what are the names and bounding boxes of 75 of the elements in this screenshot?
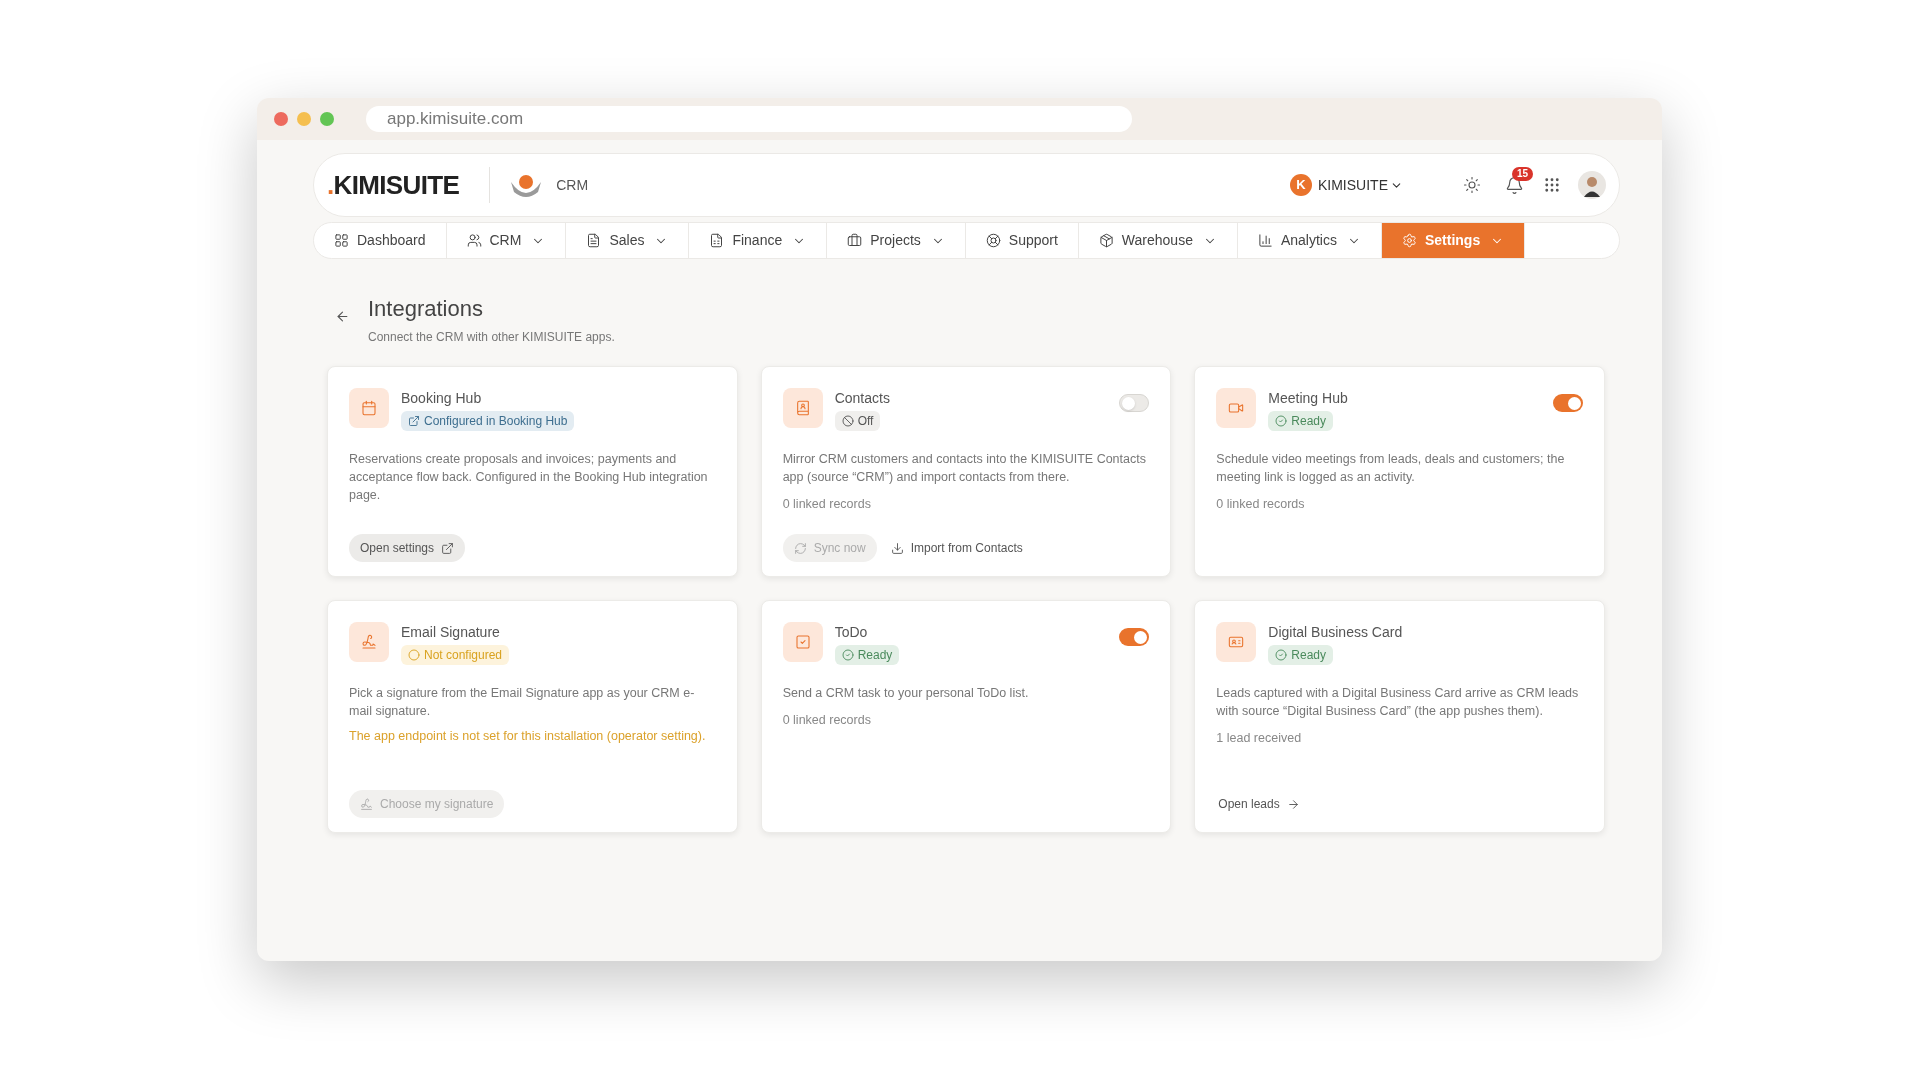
record-count: 1 lead received: [1216, 730, 1303, 747]
integration-description: Reservations create proposals and invoices; payments and acceptance flow back. Configured in the Booking Hub integration page.: [349, 451, 709, 504]
download-icon: [890, 541, 904, 555]
address-bar[interactable]: app.kimisuite.com: [366, 106, 1132, 132]
signature-icon: [361, 634, 377, 650]
status-badge: Ready: [1268, 645, 1333, 665]
sun-icon[interactable]: [1463, 176, 1481, 194]
record-count: 0 linked records: [1216, 496, 1306, 513]
check-circle-icon: [1275, 415, 1288, 427]
page-subtitle: Connect the CRM with other KIMISUITE apps.: [368, 329, 615, 346]
calendar-icon: [361, 400, 377, 416]
nav-tab[interactable]: Sales: [566, 223, 690, 258]
settings-icon: [1401, 233, 1417, 248]
status-badge: Ready: [834, 645, 900, 665]
page-title: Integrations: [368, 295, 484, 323]
notifications-icon[interactable]: [1505, 175, 1524, 195]
workspace-switcher[interactable]: K KIMISUITE: [1290, 174, 1403, 196]
integration-description: Schedule video meetings from leads, deals and customers; the meeting link is logged as an activity.: [1216, 451, 1566, 486]
integration-title: Meeting Hub: [1268, 389, 1349, 408]
check-circle-icon: [841, 649, 854, 661]
signature-icon: [360, 797, 373, 811]
refresh-icon: [793, 541, 807, 555]
integration-description: Pick a signature from the Email Signature app as your CRM e-mail signature.: [349, 685, 696, 720]
integration-description: Send a CRM task to your personal ToDo list.: [782, 685, 1030, 702]
ban-icon: [841, 415, 854, 427]
integration-title: Digital Business Card: [1268, 623, 1404, 642]
app-name: CRM: [556, 175, 589, 195]
notification-badge: 15: [1512, 166, 1534, 181]
video-camera-icon: [1228, 400, 1245, 416]
logo[interactable]: .KIMISUITE: [327, 165, 460, 205]
action-link[interactable]: Open leads: [1216, 790, 1302, 818]
workspace-avatar: K: [1290, 174, 1312, 196]
lifebuoy-icon: [985, 233, 1001, 248]
id-card-icon: [1228, 634, 1245, 650]
contact-book-icon: [794, 400, 811, 416]
toggle-switch[interactable]: [1119, 628, 1150, 646]
circle-icon: [408, 649, 420, 661]
bar-chart-icon: [1257, 233, 1273, 248]
status-badge: Not configured: [401, 645, 510, 665]
status-badge: Ready: [1268, 411, 1333, 431]
apps-grid-icon[interactable]: [1543, 176, 1561, 194]
external-link-icon: [441, 541, 455, 555]
nav-tab[interactable]: Support: [965, 223, 1079, 258]
integration-description: Leads captured with a Digital Business Card arrive as CRM leads with source “Digital Business Card” (the app pushes them).: [1216, 685, 1580, 720]
briefcase-icon: [847, 233, 863, 248]
nav-tab[interactable]: Finance: [689, 223, 828, 258]
document-icon: [586, 233, 602, 248]
record-count: 0 linked records: [782, 712, 872, 729]
toggle-switch[interactable]: [1553, 394, 1583, 412]
action-button[interactable]: Open settings: [349, 534, 466, 562]
nav-tab[interactable]: Projects: [827, 223, 966, 258]
toggle-switch[interactable]: [1119, 394, 1150, 412]
integration-title: Booking Hub: [401, 389, 483, 408]
integration-title: Email Signature: [401, 623, 501, 642]
people-icon: [466, 233, 482, 248]
grid-icon: [334, 233, 349, 248]
nav-tab[interactable]: Dashboard: [314, 223, 447, 258]
status-badge: Off: [834, 411, 881, 431]
external-link-icon: [408, 415, 420, 427]
nav-tab[interactable]: Analytics: [1237, 223, 1382, 258]
integration-title: ToDo: [834, 623, 869, 642]
integration-title: Contacts: [834, 389, 891, 408]
arrow-right-icon: [1286, 797, 1300, 811]
warning-message: The app endpoint is not set for this installation (operator setting).: [349, 728, 707, 744]
record-count: 0 linked records: [782, 496, 872, 513]
nav-tab[interactable]: Warehouse: [1078, 223, 1238, 258]
status-badge: Configured in Booking Hub: [401, 411, 575, 431]
checkbox-icon: [794, 634, 811, 650]
integration-description: Mirror CRM customers and contacts into the KIMISUITE Contacts app (source “CRM”) and import contacts from there.: [782, 451, 1147, 486]
nav-tab[interactable]: CRM: [446, 223, 567, 258]
action-link[interactable]: Import from Contacts: [888, 534, 1025, 562]
spreadsheet-icon: [709, 233, 725, 248]
user-avatar[interactable]: [1578, 171, 1606, 199]
check-circle-icon: [1275, 649, 1288, 661]
box-icon: [1098, 233, 1114, 248]
